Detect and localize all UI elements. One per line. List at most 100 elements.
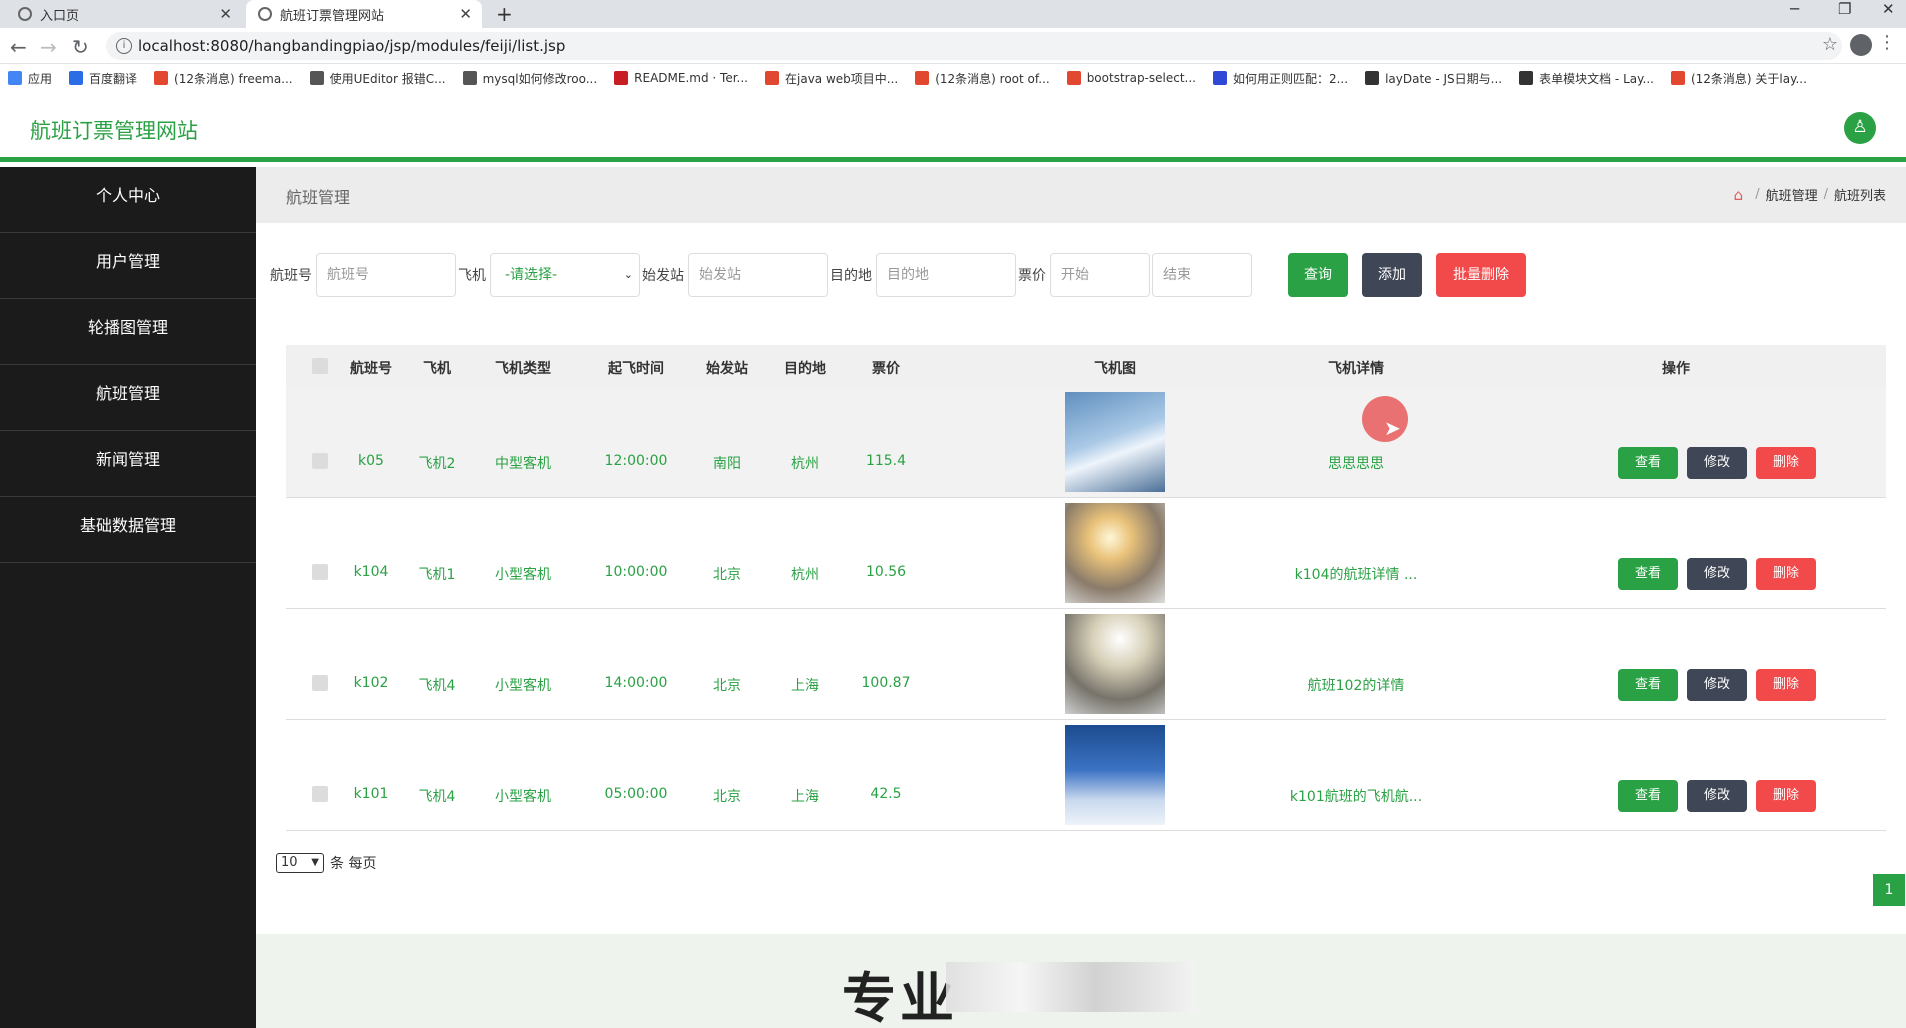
window-close-icon[interactable]: ✕ [1882, 0, 1895, 28]
batch-delete-button[interactable]: 批量删除 [1436, 253, 1526, 297]
bookmark-item[interactable]: 如何用正则匹配：2... [1212, 70, 1348, 87]
bookmark-item[interactable]: 在java web项目中... [765, 70, 898, 87]
plane-select[interactable]: -请选择- ⌄ [490, 253, 640, 297]
price-start-input[interactable]: 开始 [1050, 253, 1150, 297]
view-button[interactable]: 查看 [1618, 447, 1678, 479]
bookmark-favicon-icon [309, 71, 324, 85]
sidebar-item-carousel[interactable]: 轮播图管理 [0, 299, 256, 365]
row-checkbox[interactable] [312, 675, 328, 691]
sidebar: 个人中心 用户管理 轮播图管理 航班管理 新闻管理 基础数据管理 [0, 167, 256, 1028]
profile-icon[interactable] [1850, 34, 1872, 56]
view-button[interactable]: 查看 [1618, 780, 1678, 812]
bookmark-item[interactable]: 应用 [8, 70, 52, 87]
edit-button[interactable]: 修改 [1687, 447, 1747, 479]
bookmark-item[interactable]: 百度翻译 [69, 70, 137, 87]
edit-button[interactable]: 修改 [1687, 669, 1747, 701]
browser-tab-flights[interactable]: 航班订票管理网站 ✕ [246, 0, 482, 28]
edit-button[interactable]: 修改 [1687, 558, 1747, 590]
close-tab-icon[interactable]: ✕ [219, 5, 232, 23]
restore-icon[interactable]: ❐ [1838, 0, 1851, 28]
bookmark-item[interactable]: (12条消息) 关于lay... [1670, 70, 1807, 87]
cell-plane-type: 小型客机 [495, 789, 551, 805]
bookmark-item[interactable]: layDate - JS日期与... [1365, 70, 1502, 87]
view-button[interactable]: 查看 [1618, 558, 1678, 590]
select-all-checkbox[interactable] [312, 358, 328, 374]
bookmark-star-icon[interactable]: ☆ [1822, 34, 1838, 55]
price-label: 票价 [1018, 268, 1046, 284]
forward-icon[interactable]: → [40, 35, 57, 59]
flights-table: 航班号 飞机 飞机类型 起飞时间 始发站 目的地 票价 飞机图 飞机详情 操作 … [286, 345, 1886, 831]
table-header: 航班号 飞机 飞机类型 起飞时间 始发站 目的地 票价 飞机图 飞机详情 操作 [286, 345, 1886, 387]
header-plane-type: 飞机类型 [495, 361, 551, 377]
sidebar-item-personal[interactable]: 个人中心 [0, 167, 256, 233]
bookmark-item[interactable]: (12条消息) freema... [154, 70, 293, 87]
tab-title: 入口页 [40, 8, 80, 24]
cell-dest: 杭州 [791, 456, 819, 472]
bookmarks-bar: 应用 百度翻译 (12条消息) freema... 使用UEditor 报错C... m… [0, 64, 1906, 92]
home-icon[interactable]: ⌂ [1734, 186, 1744, 204]
reload-icon[interactable]: ↻ [72, 35, 89, 59]
cell-detail: 航班102的详情 [1307, 678, 1405, 694]
flight-no-input[interactable]: 航班号 [316, 253, 456, 297]
user-avatar-icon[interactable]: ♙ [1844, 112, 1876, 144]
bookmark-favicon-icon [1212, 71, 1227, 85]
edit-button[interactable]: 修改 [1687, 780, 1747, 812]
bookmark-item[interactable]: mysql如何修改roo... [462, 70, 597, 87]
origin-input[interactable]: 始发站 [688, 253, 828, 297]
price-end-input[interactable]: 结束 [1152, 253, 1252, 297]
bookmark-item[interactable]: bootstrap-select... [1066, 71, 1196, 85]
add-button[interactable]: 添加 [1362, 253, 1422, 297]
minimize-icon[interactable]: ─ [1790, 0, 1799, 28]
bookmark-favicon-icon [614, 71, 629, 85]
row-checkbox[interactable] [312, 453, 328, 469]
page-number-button[interactable]: 1 [1873, 874, 1905, 906]
header-origin: 始发站 [706, 361, 748, 377]
sidebar-item-basedata[interactable]: 基础数据管理 [0, 497, 256, 563]
query-button[interactable]: 查询 [1288, 253, 1348, 297]
dest-input[interactable]: 目的地 [876, 253, 1016, 297]
dest-label: 目的地 [830, 268, 872, 284]
sidebar-item-flights[interactable]: 航班管理 [0, 365, 256, 431]
browser-tab-entry[interactable]: 入口页 ✕ [6, 0, 242, 28]
plane-label: 飞机 [458, 268, 486, 284]
chevron-down-icon: ▼ [311, 857, 319, 868]
close-tab-icon[interactable]: ✕ [459, 5, 472, 23]
menu-kebab-icon[interactable]: ⋮ [1878, 32, 1896, 53]
bookmark-item[interactable]: README.md · Ter... [614, 71, 748, 85]
row-checkbox[interactable] [312, 786, 328, 802]
new-tab-icon[interactable]: + [496, 2, 513, 26]
cell-flight-no: k104 [353, 564, 389, 580]
cell-detail: k104的航班详情 ... [1294, 567, 1418, 583]
cell-dest: 上海 [791, 678, 819, 694]
header-photo: 飞机图 [1094, 361, 1136, 377]
bookmark-favicon-icon [1670, 71, 1685, 85]
cell-plane-type: 中型客机 [495, 456, 551, 472]
cell-price: 42.5 [870, 786, 902, 802]
delete-button[interactable]: 删除 [1756, 780, 1816, 812]
bookmark-item[interactable]: 表单模块文档 - Lay... [1519, 70, 1654, 87]
cell-departure: 05:00:00 [604, 786, 668, 802]
delete-button[interactable]: 删除 [1756, 558, 1816, 590]
back-icon[interactable]: ← [10, 35, 27, 59]
browser-tabbar: 入口页 ✕ 航班订票管理网站 ✕ + ─ ❐ ✕ [0, 0, 1906, 28]
cell-detail: k101航班的飞机航... [1289, 789, 1423, 805]
apps-grid-icon [8, 71, 22, 85]
sidebar-item-users[interactable]: 用户管理 [0, 233, 256, 299]
footer-banner: 专业 [256, 934, 1906, 1028]
row-checkbox[interactable] [312, 564, 328, 580]
delete-button[interactable]: 删除 [1756, 447, 1816, 479]
breadcrumb-item[interactable]: 航班管理 [1766, 185, 1818, 204]
bookmark-item[interactable]: (12条消息) root of... [915, 70, 1050, 87]
header-actions: 操作 [1662, 361, 1690, 377]
delete-button[interactable]: 删除 [1756, 669, 1816, 701]
info-icon[interactable]: i [116, 38, 132, 54]
page-size-select[interactable]: 10 ▼ [276, 853, 324, 873]
bookmark-favicon-icon [462, 71, 477, 85]
bookmark-item[interactable]: 使用UEditor 报错C... [309, 70, 446, 87]
breadcrumb: ⌂ / 航班管理 / 航班列表 [1733, 185, 1886, 205]
sidebar-item-news[interactable]: 新闻管理 [0, 431, 256, 497]
header-plane: 飞机 [423, 361, 451, 377]
breadcrumb-item: 航班列表 [1833, 189, 1886, 204]
view-button[interactable]: 查看 [1618, 669, 1678, 701]
url-field[interactable]: i localhost:8080/hangbandingpiao/jsp/mod… [106, 32, 1842, 60]
